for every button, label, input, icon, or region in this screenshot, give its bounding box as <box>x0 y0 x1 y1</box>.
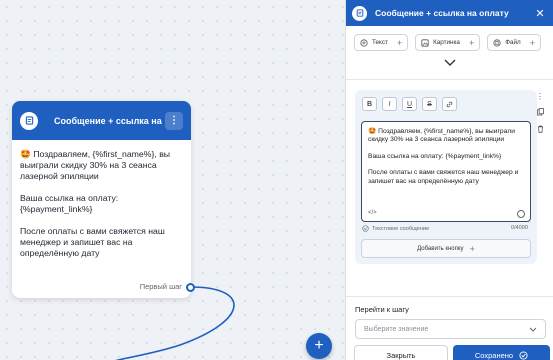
editor-line: Ваша ссылка на оплату: {%payment_link%} <box>368 152 502 160</box>
chip-image[interactable]: Картинка + <box>415 34 481 51</box>
node-paragraph: 🤩 Поздравляем, {%first_name%}, вы выигра… <box>20 149 171 181</box>
emoji-icon[interactable] <box>517 210 525 218</box>
save-button-label: Сохранено <box>474 350 514 360</box>
node-paragraph: Ваша ссылка на оплату: {%payment_link%} <box>20 193 119 214</box>
divider <box>346 296 553 297</box>
chevron-down-icon[interactable] <box>444 59 456 67</box>
goto-step-label: Перейти к шагу <box>355 305 409 314</box>
editor-line: После оплаты с вами свяжется наш менедже… <box>368 169 519 185</box>
node-menu-icon[interactable]: ⋮ <box>165 111 183 130</box>
bold-button[interactable]: B <box>362 97 377 111</box>
strikethrough-button[interactable]: S <box>422 97 437 111</box>
node-step-label: Первый шаг <box>139 282 182 291</box>
node-header: Сообщение + ссылка на ⋮ <box>12 101 191 140</box>
plus-icon: + <box>396 37 403 48</box>
save-button[interactable]: Сохранено <box>453 345 550 360</box>
message-icon <box>20 111 38 130</box>
editor-side-actions: ⋮ <box>536 93 544 135</box>
plus-icon: + <box>529 37 535 48</box>
image-icon <box>421 38 429 47</box>
check-circle-icon <box>362 225 369 232</box>
editor-line: 🤩 Поздравляем, {%first_name%}, вы выигра… <box>368 128 515 144</box>
node-message-text: 🤩 Поздравляем, {%first_name%}, вы выигра… <box>12 140 191 259</box>
message-icon <box>352 5 367 21</box>
more-vertical-icon[interactable]: ⋮ <box>536 93 544 101</box>
copy-icon[interactable] <box>536 108 544 118</box>
link-icon[interactable] <box>442 97 457 111</box>
goto-step-select[interactable]: Выберите значение <box>355 319 546 339</box>
message-type: Текстовое сообщение <box>362 225 429 232</box>
select-placeholder: Выберите значение <box>364 325 429 333</box>
node-title: Сообщение + ссылка на <box>54 115 162 126</box>
chip-label: Файл <box>505 39 521 46</box>
italic-button[interactable]: I <box>382 97 397 111</box>
message-editor-card: B I U S 🤩 Поздравляем, {%first_name%}, в… <box>355 90 537 264</box>
plus-icon: + <box>469 243 475 254</box>
format-toolbar: B I U S <box>355 90 537 111</box>
file-icon <box>493 38 501 47</box>
add-button-label: Добавить кнопку <box>417 245 464 252</box>
code-icon[interactable]: </> <box>368 209 377 217</box>
plus-icon: + <box>468 37 475 48</box>
chevron-down-icon <box>529 327 537 332</box>
flow-canvas[interactable]: Сообщение + ссылка на ⋮ 🤩 Поздравляем, {… <box>0 0 345 360</box>
message-textarea[interactable]: 🤩 Поздравляем, {%first_name%}, вы выигра… <box>361 121 531 222</box>
close-button[interactable]: Закрыть <box>354 345 448 360</box>
panel-header: Сообщение + ссылка на оплату ✕ <box>346 0 553 26</box>
chip-label: Картинка <box>433 39 460 46</box>
node-paragraph: После оплаты с вами свяжется наш менедже… <box>20 226 165 258</box>
close-icon[interactable]: ✕ <box>533 7 547 20</box>
add-button-button[interactable]: Добавить кнопку + <box>361 239 531 258</box>
message-node[interactable]: Сообщение + ссылка на ⋮ 🤩 Поздравляем, {… <box>12 101 191 298</box>
settings-panel: Сообщение + ссылка на оплату ✕ Текст + К… <box>345 0 553 360</box>
text-icon <box>360 38 368 47</box>
char-counter: 0/4000 <box>510 225 528 231</box>
chip-file[interactable]: Файл + <box>487 34 541 51</box>
chip-text[interactable]: Текст + <box>354 34 409 51</box>
chip-label: Текст <box>372 39 388 46</box>
message-type-label: Текстовое сообщение <box>372 225 430 232</box>
divider <box>346 79 553 80</box>
trash-icon[interactable] <box>537 125 544 135</box>
node-output-port[interactable] <box>186 283 195 292</box>
underline-button[interactable]: U <box>402 97 417 111</box>
add-node-button[interactable]: + <box>306 333 332 359</box>
panel-title: Сообщение + ссылка на оплату <box>375 8 509 18</box>
content-type-chips: Текст + Картинка + Файл + <box>346 26 553 51</box>
check-circle-icon <box>519 350 528 360</box>
